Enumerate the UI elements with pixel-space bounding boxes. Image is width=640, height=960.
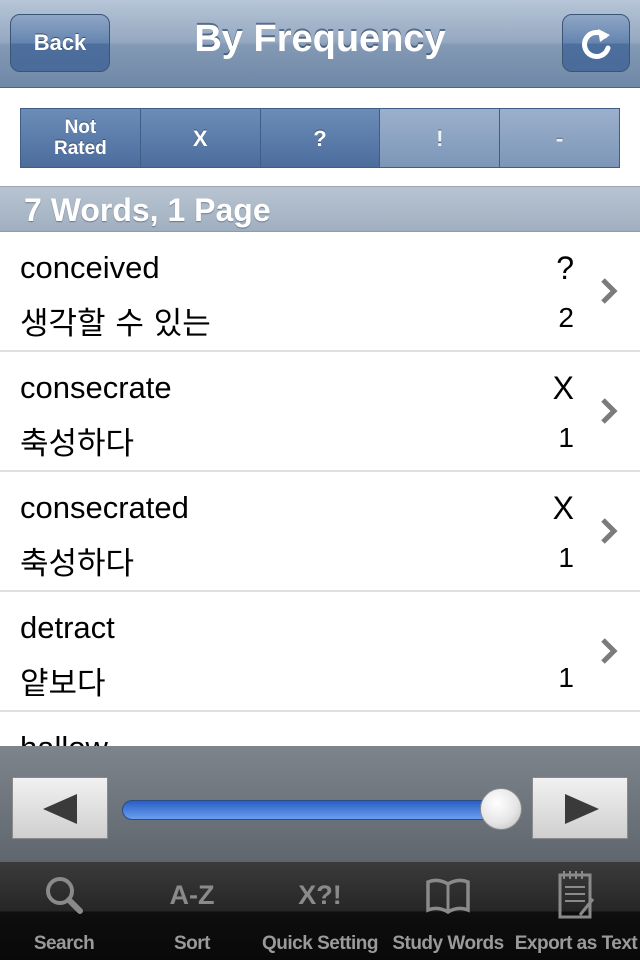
section-header: 7 Words, 1 Page <box>0 186 640 232</box>
tab-label: Quick Setting <box>262 933 378 954</box>
word-text: consecrated <box>20 490 189 525</box>
filter-x[interactable]: X <box>140 109 260 167</box>
chevron-right-icon <box>601 278 618 304</box>
page-slider-track[interactable] <box>122 800 500 820</box>
word-rating: X <box>552 490 574 526</box>
tab-label: Study Words <box>392 933 504 954</box>
tab-search-icon-wrap <box>0 872 128 918</box>
word-count: 1 <box>558 422 574 453</box>
refresh-icon <box>582 29 611 59</box>
word-text: hallow <box>20 730 108 746</box>
word-meaning: 축성하다 <box>20 546 135 582</box>
word-text: consecrate <box>20 370 172 405</box>
filter-not-rated-line2: Rated <box>54 138 107 159</box>
chevron-right-icon <box>601 398 618 424</box>
word-count: 2 <box>558 302 574 333</box>
az-icon: A-Z <box>169 879 215 910</box>
word-rating: X <box>552 370 574 406</box>
right-arrow-icon <box>565 794 599 824</box>
chevron-right-icon <box>601 518 618 544</box>
tab-quick-setting[interactable]: X?! Quick Setting <box>256 862 384 960</box>
word-list[interactable]: conceived 생각할 수 있는 ? 2 consecrate 축성하다 X… <box>0 232 640 746</box>
navigation-bar: Back By Frequency <box>0 0 640 88</box>
tab-quick-icon-wrap: X?! <box>256 872 384 918</box>
list-item[interactable]: conceived 생각할 수 있는 ? 2 <box>0 232 640 352</box>
tab-label: Export as Text <box>514 933 638 954</box>
word-text: conceived <box>20 250 160 285</box>
tab-study-words[interactable]: Study Words <box>384 862 512 960</box>
page-slider-thumb[interactable] <box>480 788 522 830</box>
previous-page-button[interactable] <box>12 777 108 839</box>
word-meaning: 얕보다 <box>20 666 106 702</box>
filter-area: Not Rated X ? ! - <box>0 89 640 185</box>
tab-label: Sort <box>174 933 211 954</box>
list-item[interactable]: consecrated 축성하다 X 1 <box>0 472 640 592</box>
book-icon <box>426 878 470 914</box>
rating-filter-bar: Not Rated X ? ! - <box>20 108 620 168</box>
next-page-button[interactable] <box>532 777 628 839</box>
filter-not-rated[interactable]: Not Rated <box>21 109 140 167</box>
filter-not-rated-label: Not Rated <box>54 117 107 159</box>
list-item[interactable]: hallow <box>0 712 640 746</box>
word-rating: ? <box>556 250 574 286</box>
word-count: 1 <box>558 542 574 573</box>
list-item[interactable]: consecrate 축성하다 X 1 <box>0 352 640 472</box>
tab-study-icon-wrap <box>384 872 512 918</box>
filter-not-rated-line1: Not <box>64 117 97 138</box>
word-meaning: 생각할 수 있는 <box>20 306 211 342</box>
refresh-button[interactable] <box>562 14 630 72</box>
word-text: detract <box>20 610 115 645</box>
filter-dash[interactable]: - <box>500 109 619 167</box>
tab-export-as-text[interactable]: Export as Text <box>512 862 640 960</box>
notepad-icon <box>558 871 595 919</box>
word-meaning: 축성하다 <box>20 426 135 462</box>
tab-bar: Search A-Z Sort X?! Quick Setting Study … <box>0 862 640 960</box>
word-count: 1 <box>558 662 574 693</box>
chevron-right-icon <box>601 638 618 664</box>
rating-symbols-icon: X?! <box>298 879 342 910</box>
tab-search[interactable]: Search <box>0 862 128 960</box>
search-icon <box>46 877 83 914</box>
left-arrow-icon <box>43 794 77 824</box>
tab-label: Search <box>33 933 95 954</box>
filter-exclamation[interactable]: ! <box>380 109 500 167</box>
tab-sort[interactable]: A-Z Sort <box>128 862 256 960</box>
list-item[interactable]: detract 얕보다 1 <box>0 592 640 712</box>
filter-question[interactable]: ? <box>260 109 380 167</box>
tab-export-icon-wrap <box>512 871 640 919</box>
page-title: By Frequency <box>194 18 446 60</box>
tab-sort-icon-wrap: A-Z <box>128 872 256 918</box>
